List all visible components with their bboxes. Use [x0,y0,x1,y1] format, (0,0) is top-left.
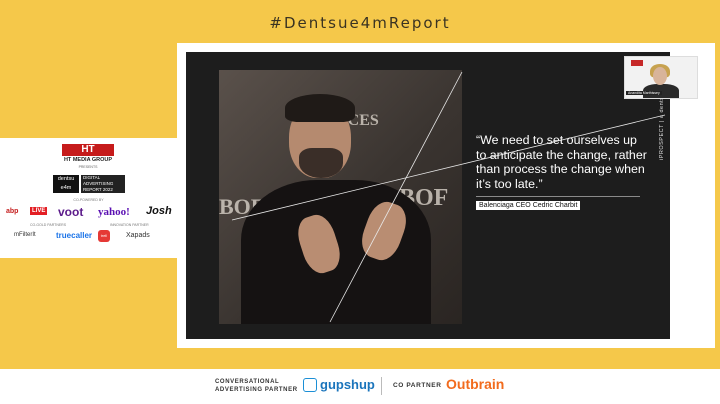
webcam-name-label: Anandita Marthissey [626,91,662,95]
innovation-partner-label: INNOVATION PARTNER [110,223,149,227]
co-partner-label: CO PARTNER [393,382,442,389]
co-powered-label: CO-POWERED BY [73,198,104,202]
voot-logo: voot [58,205,84,219]
abp-logo: abp [6,208,19,215]
conversational-line-1: CONVERSATIONAL [215,379,280,385]
co-powered-logos: abp LIVE voot yahoo! Josh [6,205,174,221]
conversational-partner-label: CONVERSATIONAL ADVERTISING PARTNER [215,378,298,394]
gold-partners-label: CO-GOLD PARTNERS [30,223,67,227]
speaker-webcam[interactable]: Anandita Marthissey [624,56,698,99]
josh-logo: Josh [146,205,172,217]
xapads-logo: Xapads [126,232,150,239]
dentsu-e4m-logo: dentsu e4m [53,175,79,193]
trell-logo: trell [98,230,110,242]
gupshup-icon [303,378,317,392]
report-logo: DIGITAL ADVERTISING REPORT 2022 [81,175,125,193]
diagonal-line [329,71,463,323]
footer-divider [381,377,382,395]
conversational-line-2: ADVERTISING PARTNER [215,387,298,393]
abp-live-badge: LIVE [30,207,48,215]
outbrain-logo: Outbrain [446,376,505,392]
webcam-person-head [653,67,667,85]
quote-divider [476,196,640,197]
ht-logo: HT [62,144,114,156]
sponsor-panel: HT HT MEDIA GROUP PRESENTS dentsu e4m DI… [0,138,177,258]
slide-quote: “We need to set ourselves up to anticipa… [476,133,647,191]
mfilterit-logo: mFilterIt [14,232,36,238]
ht-media-group-label: HT MEDIA GROUP [63,157,113,163]
gupshup-logo: gupshup [320,377,375,392]
presents-label: PRESENTS [78,165,98,169]
webcam-logo-icon [631,60,643,66]
partner-logos: mFilterIt truecaller trell Xapads [14,230,174,244]
truecaller-logo: truecaller [56,231,93,240]
quote-attribution: Balenciaga CEO Cedric Charbit [476,201,581,210]
yahoo-logo: yahoo! [98,206,130,218]
footer-partner-bar: CONVERSATIONAL ADVERTISING PARTNER gupsh… [0,369,720,404]
